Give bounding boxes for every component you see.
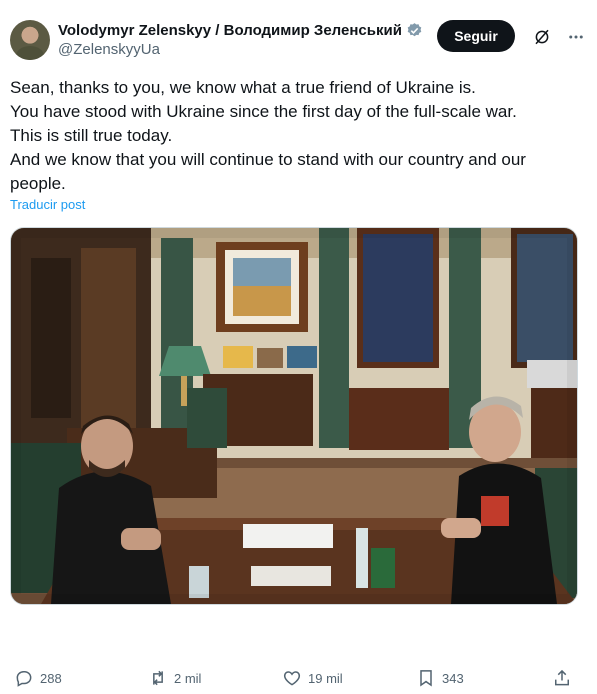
post-photo[interactable] — [10, 227, 578, 605]
reply-count: 288 — [40, 670, 62, 686]
reply-action[interactable]: 288 — [14, 668, 62, 688]
repost-icon — [153, 670, 163, 686]
display-name-text[interactable]: Volodymyr Zelenskyy / Володимир Зеленськ… — [58, 21, 402, 40]
post-text-line: Sean, thanks to you, we know what a true… — [10, 78, 476, 97]
post-actions: 288 2 mil 19 mil 343 — [0, 668, 597, 692]
translate-post-link[interactable]: Traducir post — [10, 197, 85, 212]
like-action[interactable]: 19 mil — [282, 668, 343, 688]
avatar[interactable] — [10, 20, 50, 60]
bookmark-icon — [420, 670, 432, 687]
heart-icon — [283, 671, 301, 686]
post-text: Sean, thanks to you, we know what a true… — [10, 76, 580, 196]
photo-illustration — [11, 228, 577, 604]
post-text-line: You have stood with Ukraine since the fi… — [10, 102, 517, 121]
like-count: 19 mil — [308, 670, 343, 686]
reply-icon — [16, 671, 32, 687]
bookmark-action[interactable]: 343 — [416, 668, 464, 688]
share-action[interactable] — [552, 668, 572, 688]
post-text-line: This is still true today. — [10, 126, 173, 145]
bookmark-count: 343 — [442, 670, 464, 686]
author-names: Volodymyr Zelenskyy / Володимир Зеленськ… — [58, 21, 423, 59]
repost-count: 2 mil — [174, 670, 202, 686]
grok-slash-icon[interactable] — [533, 28, 551, 46]
post-text-line: And we know that you will continue to st… — [10, 150, 526, 169]
post-text-line: people. — [10, 174, 66, 193]
post-header: Volodymyr Zelenskyy / Володимир Зеленськ… — [10, 14, 587, 64]
more-horizontal-icon[interactable] — [567, 28, 585, 46]
author-handle[interactable]: @ZelenskyyUa — [58, 40, 423, 59]
repost-action[interactable]: 2 mil — [148, 668, 201, 688]
verified-badge-icon — [407, 23, 422, 37]
author-display-name[interactable]: Volodymyr Zelenskyy / Володимир Зеленськ… — [58, 21, 423, 40]
follow-button[interactable]: Seguir — [437, 20, 515, 52]
share-icon — [555, 669, 569, 686]
